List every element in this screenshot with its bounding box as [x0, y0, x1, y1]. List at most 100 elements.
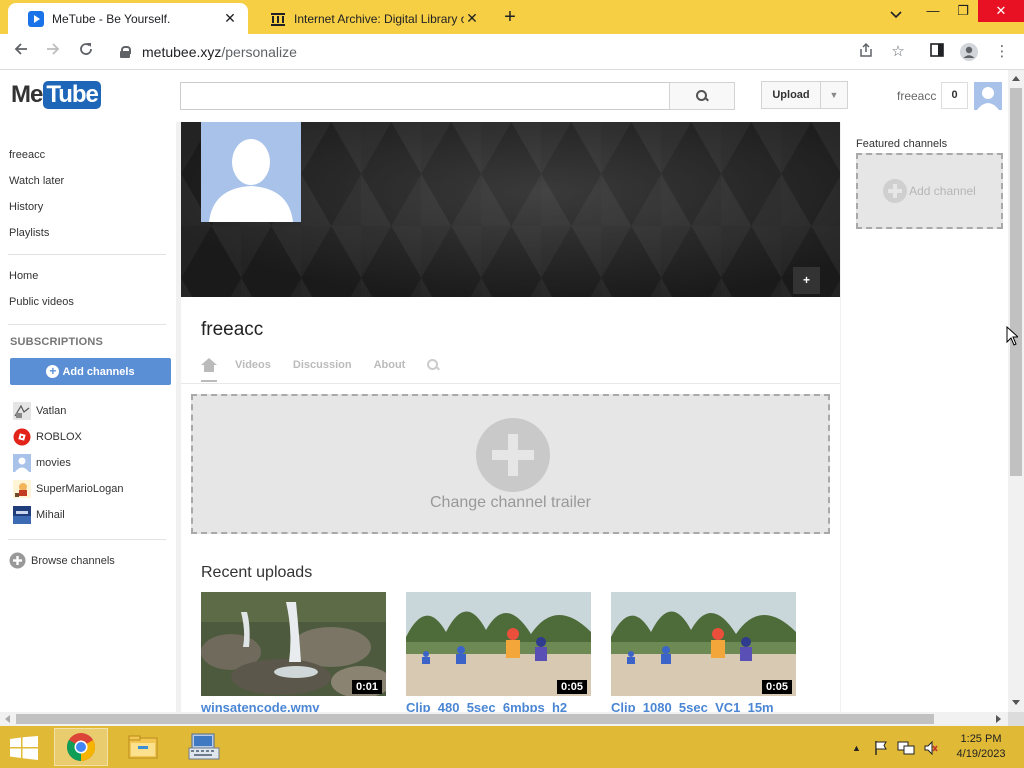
windows-start-icon[interactable] [10, 736, 38, 760]
browser-tab-internet-archive[interactable]: Internet Archive: Digital Library o ✕ [250, 3, 490, 34]
taskbar-chrome-app[interactable] [54, 728, 108, 766]
video-title-link[interactable]: Clip_1080_5sec_VC1_15m [611, 700, 796, 712]
restore-window-button[interactable]: ❐ [948, 0, 978, 24]
subscription-item-vatlan[interactable]: Vatlan [13, 402, 66, 420]
sidebar-item-public-videos[interactable]: Public videos [9, 296, 74, 308]
video-duration: 0:01 [351, 680, 382, 694]
share-icon[interactable] [856, 42, 876, 62]
horizontal-scrollbar[interactable] [0, 712, 1008, 726]
bookmark-star-icon[interactable]: ☆ [888, 42, 908, 62]
action-center-flag-icon[interactable] [873, 740, 889, 756]
tab-discussion[interactable]: Discussion [293, 359, 352, 371]
mouse-cursor-icon [1006, 326, 1018, 346]
notification-count-badge[interactable]: 0 [941, 82, 968, 109]
lock-icon [120, 46, 131, 58]
username-link[interactable]: freeacc [897, 89, 936, 103]
metube-logo[interactable]: Me Tube [11, 81, 101, 109]
vatlan-avatar-icon [13, 402, 31, 420]
taskbar-clock[interactable]: 1:25 PM 4/19/2023 [950, 732, 1012, 762]
tab-videos[interactable]: Videos [235, 359, 271, 371]
video-thumbnail[interactable]: 0:01 [201, 592, 386, 696]
subscription-item-mihail[interactable]: Mihail [13, 506, 65, 524]
profile-icon[interactable] [959, 42, 979, 62]
clock-date: 4/19/2023 [956, 748, 1006, 760]
subscription-item-movies[interactable]: movies [13, 454, 71, 472]
logo-tube-text: Tube [43, 81, 101, 109]
back-arrow-icon[interactable] [10, 41, 32, 63]
subscription-item-supermariologan[interactable]: SuperMarioLogan [13, 480, 123, 498]
video-thumbnail[interactable]: 0:05 [406, 592, 591, 696]
sidebar-item-channel[interactable]: freeacc [9, 149, 45, 161]
network-icon[interactable] [897, 740, 915, 756]
browser-tab-metube[interactable]: MeTube - Be Yourself. ✕ [8, 3, 248, 34]
guide-sidebar: freeacc Watch later History Playlists Ho… [0, 122, 176, 712]
scroll-left-arrow-icon[interactable] [5, 715, 10, 723]
roblox-avatar-icon [13, 428, 31, 446]
keyboard-icon [188, 733, 220, 760]
scroll-down-arrow-icon[interactable] [1012, 700, 1020, 705]
video-card[interactable]: 0:01 winsatencode.wmv [201, 592, 386, 712]
browser-menu-icon[interactable]: ⋮ [992, 42, 1012, 62]
vertical-scroll-thumb[interactable] [1010, 88, 1022, 476]
close-tab-icon[interactable]: ✕ [222, 10, 238, 27]
taskbar-onscreen-keyboard-app[interactable] [177, 728, 231, 766]
close-window-button[interactable]: ✕ [978, 0, 1024, 22]
upload-button[interactable]: Upload [761, 81, 821, 109]
sidebar-divider [8, 539, 166, 540]
add-channel-plus-icon [883, 179, 908, 203]
archive-favicon-icon [270, 11, 286, 27]
new-tab-button[interactable]: + [498, 5, 522, 29]
channel-trailer-placeholder[interactable]: Change channel trailer [191, 394, 830, 534]
add-channels-button[interactable]: + Add channels [10, 358, 171, 385]
horizontal-scroll-thumb[interactable] [16, 714, 934, 724]
vertical-scrollbar[interactable] [1008, 70, 1024, 712]
minimize-window-button[interactable]: — [918, 0, 948, 24]
channel-avatar[interactable] [201, 122, 301, 222]
video-title-link[interactable]: winsatencode.wmv [201, 700, 386, 712]
sidebar-item-home[interactable]: Home [9, 270, 38, 282]
active-tab-underline [201, 380, 217, 382]
logo-me-text: Me [11, 81, 43, 108]
channel-main: + freeacc Videos Discussion About Change… [181, 122, 840, 712]
search-button[interactable] [669, 82, 735, 110]
reload-icon[interactable] [75, 41, 97, 63]
movies-avatar-icon [13, 454, 31, 472]
show-hidden-icons-chevron-icon[interactable]: ▲ [852, 743, 861, 753]
system-tray: ▲ [852, 740, 939, 756]
subscription-item-roblox[interactable]: ROBLOX [13, 428, 82, 446]
sidebar-divider [8, 254, 166, 255]
video-thumbnail[interactable]: 0:05 [611, 592, 796, 696]
address-bar[interactable]: metubee.xyz/personalize [108, 38, 848, 66]
video-duration: 0:05 [761, 680, 792, 694]
upload-dropdown-chevron-icon[interactable]: ▼ [820, 81, 848, 109]
volume-muted-icon[interactable] [923, 740, 939, 756]
search-input[interactable] [180, 82, 670, 110]
supermariologan-avatar-icon [13, 480, 31, 498]
scroll-right-arrow-icon[interactable] [996, 715, 1001, 723]
user-avatar[interactable] [974, 82, 1002, 110]
browser-tab-strip: MeTube - Be Yourself. ✕ Internet Archive… [0, 0, 1024, 34]
side-panel-icon[interactable] [927, 42, 947, 62]
sidebar-item-watch-later[interactable]: Watch later [9, 175, 64, 187]
tab-about[interactable]: About [374, 359, 406, 371]
forward-arrow-icon[interactable] [42, 41, 64, 63]
sidebar-item-playlists[interactable]: Playlists [9, 227, 49, 239]
home-tab-icon[interactable] [201, 358, 217, 372]
add-featured-channel-button[interactable]: Add channel [856, 153, 1003, 229]
sidebar-item-history[interactable]: History [9, 201, 43, 213]
channel-search-icon[interactable] [427, 359, 439, 371]
subscription-label: SuperMarioLogan [36, 483, 124, 495]
trailer-label: Change channel trailer [430, 494, 591, 511]
video-card[interactable]: 0:05 Clip_480_5sec_6mbps_h2 [406, 592, 591, 712]
taskbar-file-explorer-app[interactable] [116, 728, 170, 766]
subscription-label: Mihail [36, 509, 65, 521]
browse-channels-link[interactable]: Browse channels [9, 552, 115, 569]
video-card[interactable]: 0:05 Clip_1080_5sec_VC1_15m [611, 592, 796, 712]
edit-banner-button[interactable]: + [793, 267, 820, 294]
tab-title: Internet Archive: Digital Library o [294, 11, 464, 26]
video-title-link[interactable]: Clip_480_5sec_6mbps_h2 [406, 700, 591, 712]
file-explorer-icon [128, 735, 158, 759]
close-tab-icon[interactable]: ✕ [464, 10, 480, 27]
tab-search-chevron-icon[interactable] [890, 8, 902, 22]
scroll-up-arrow-icon[interactable] [1012, 76, 1020, 81]
